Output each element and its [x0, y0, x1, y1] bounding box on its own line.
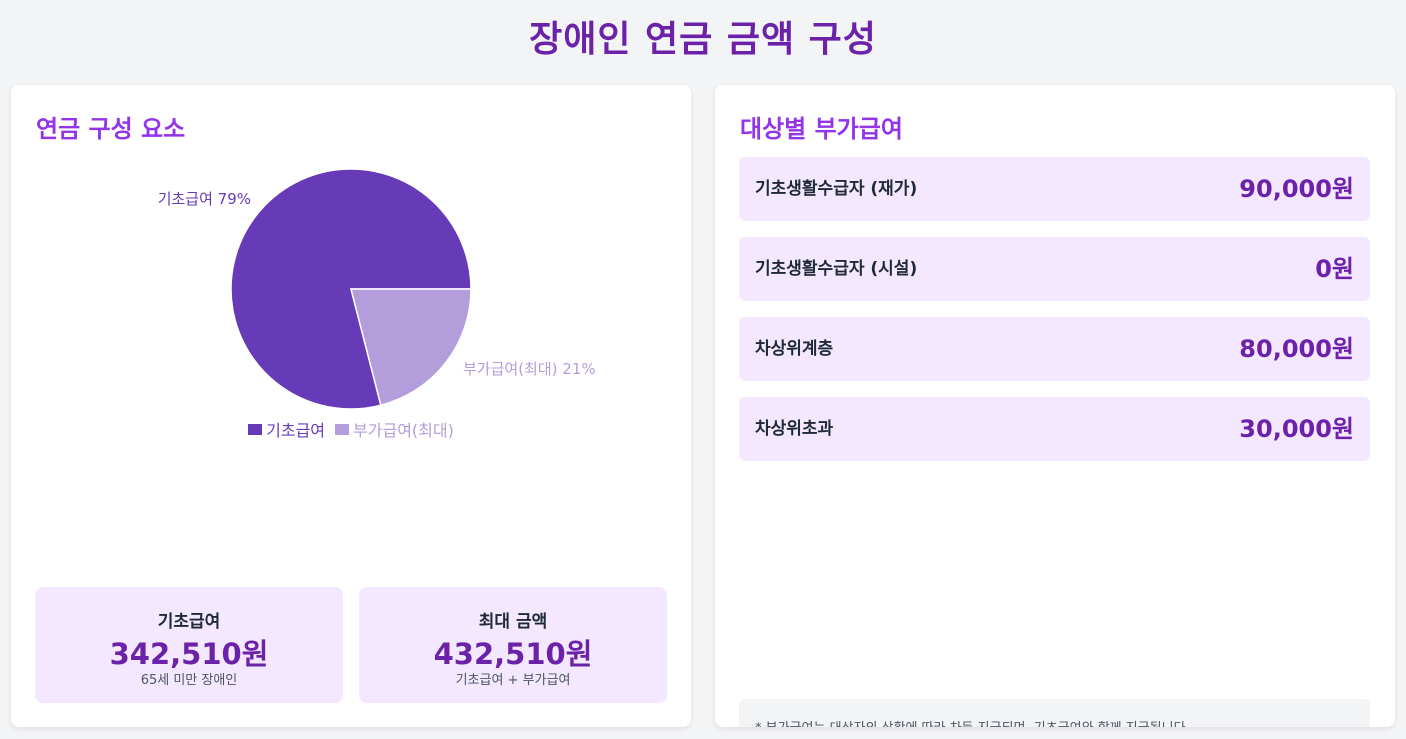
max-amount-value: 432,510원 — [433, 637, 593, 671]
page-title: 장애인 연금 금액 구성 — [529, 19, 877, 60]
benefit-row-recipient-home: 기초생활수급자 (재가) 90,000원 — [739, 157, 1370, 221]
max-amount-note: 기초급여 + 부가급여 — [455, 673, 571, 688]
benefit-row-recipient-facility: 기초생활수급자 (시설) 0원 — [739, 237, 1370, 301]
additional-benefit-heading: 대상별 부가급여 — [740, 115, 903, 143]
max-amount-label: 최대 금액 — [478, 612, 548, 632]
pension-components-card: 연금 구성 요소 기초급여 79% 부가급여(최대) 21% 기초급여 부가급여(최… — [11, 85, 691, 727]
legend-label-1: 부가급여(최대) — [353, 421, 454, 440]
max-amount-box: 최대 금액 432,510원 기초급여 + 부가급여 — [359, 587, 667, 703]
benefit-row-value: 90,000원 — [1239, 175, 1354, 203]
legend-item-1: 부가급여(최대) — [335, 417, 454, 441]
benefit-row-near-poverty: 차상위계층 80,000원 — [739, 317, 1370, 381]
basic-benefit-note: 65세 미만 장애인 — [140, 673, 238, 688]
legend-swatch-1 — [335, 423, 350, 435]
benefit-row-value: 80,000원 — [1239, 335, 1354, 363]
footnote-box: * 부가급여는 대상자의 상황에 따라 차등 지급되며, 기초급여와 함께 지급… — [739, 699, 1370, 727]
pie-slice-label-1: 부가급여(최대) 21% — [463, 360, 596, 378]
additional-benefit-card: 대상별 부가급여 기초생활수급자 (재가) 90,000원 기초생활수급자 (시… — [715, 85, 1395, 727]
pension-pie-chart: 기초급여 79% 부가급여(최대) 21% — [158, 168, 596, 410]
benefit-row-label: 차상위초과 — [755, 419, 834, 439]
basic-benefit-value: 342,510원 — [109, 637, 269, 671]
legend-label-0: 기초급여 — [266, 421, 326, 440]
pie-legend: 기초급여 부가급여(최대) — [11, 417, 691, 441]
basic-benefit-box: 기초급여 342,510원 65세 미만 장애인 — [35, 587, 343, 703]
benefit-row-label: 차상위계층 — [755, 339, 834, 359]
pie-slice-label-0: 기초급여 79% — [158, 190, 251, 208]
benefit-row-label: 기초생활수급자 (재가) — [755, 179, 918, 199]
legend-item-0: 기초급여 — [248, 417, 325, 441]
benefit-row-above-near-poverty: 차상위초과 30,000원 — [739, 397, 1370, 461]
legend-swatch-0 — [248, 423, 263, 435]
benefit-row-value: 30,000원 — [1239, 415, 1354, 443]
benefit-row-label: 기초생활수급자 (시설) — [755, 259, 918, 279]
footnote-text: * 부가급여는 대상자의 상황에 따라 차등 지급되며, 기초급여와 함께 지급… — [755, 717, 1190, 727]
benefit-row-value: 0원 — [1315, 255, 1354, 283]
basic-benefit-label: 기초급여 — [157, 612, 221, 632]
